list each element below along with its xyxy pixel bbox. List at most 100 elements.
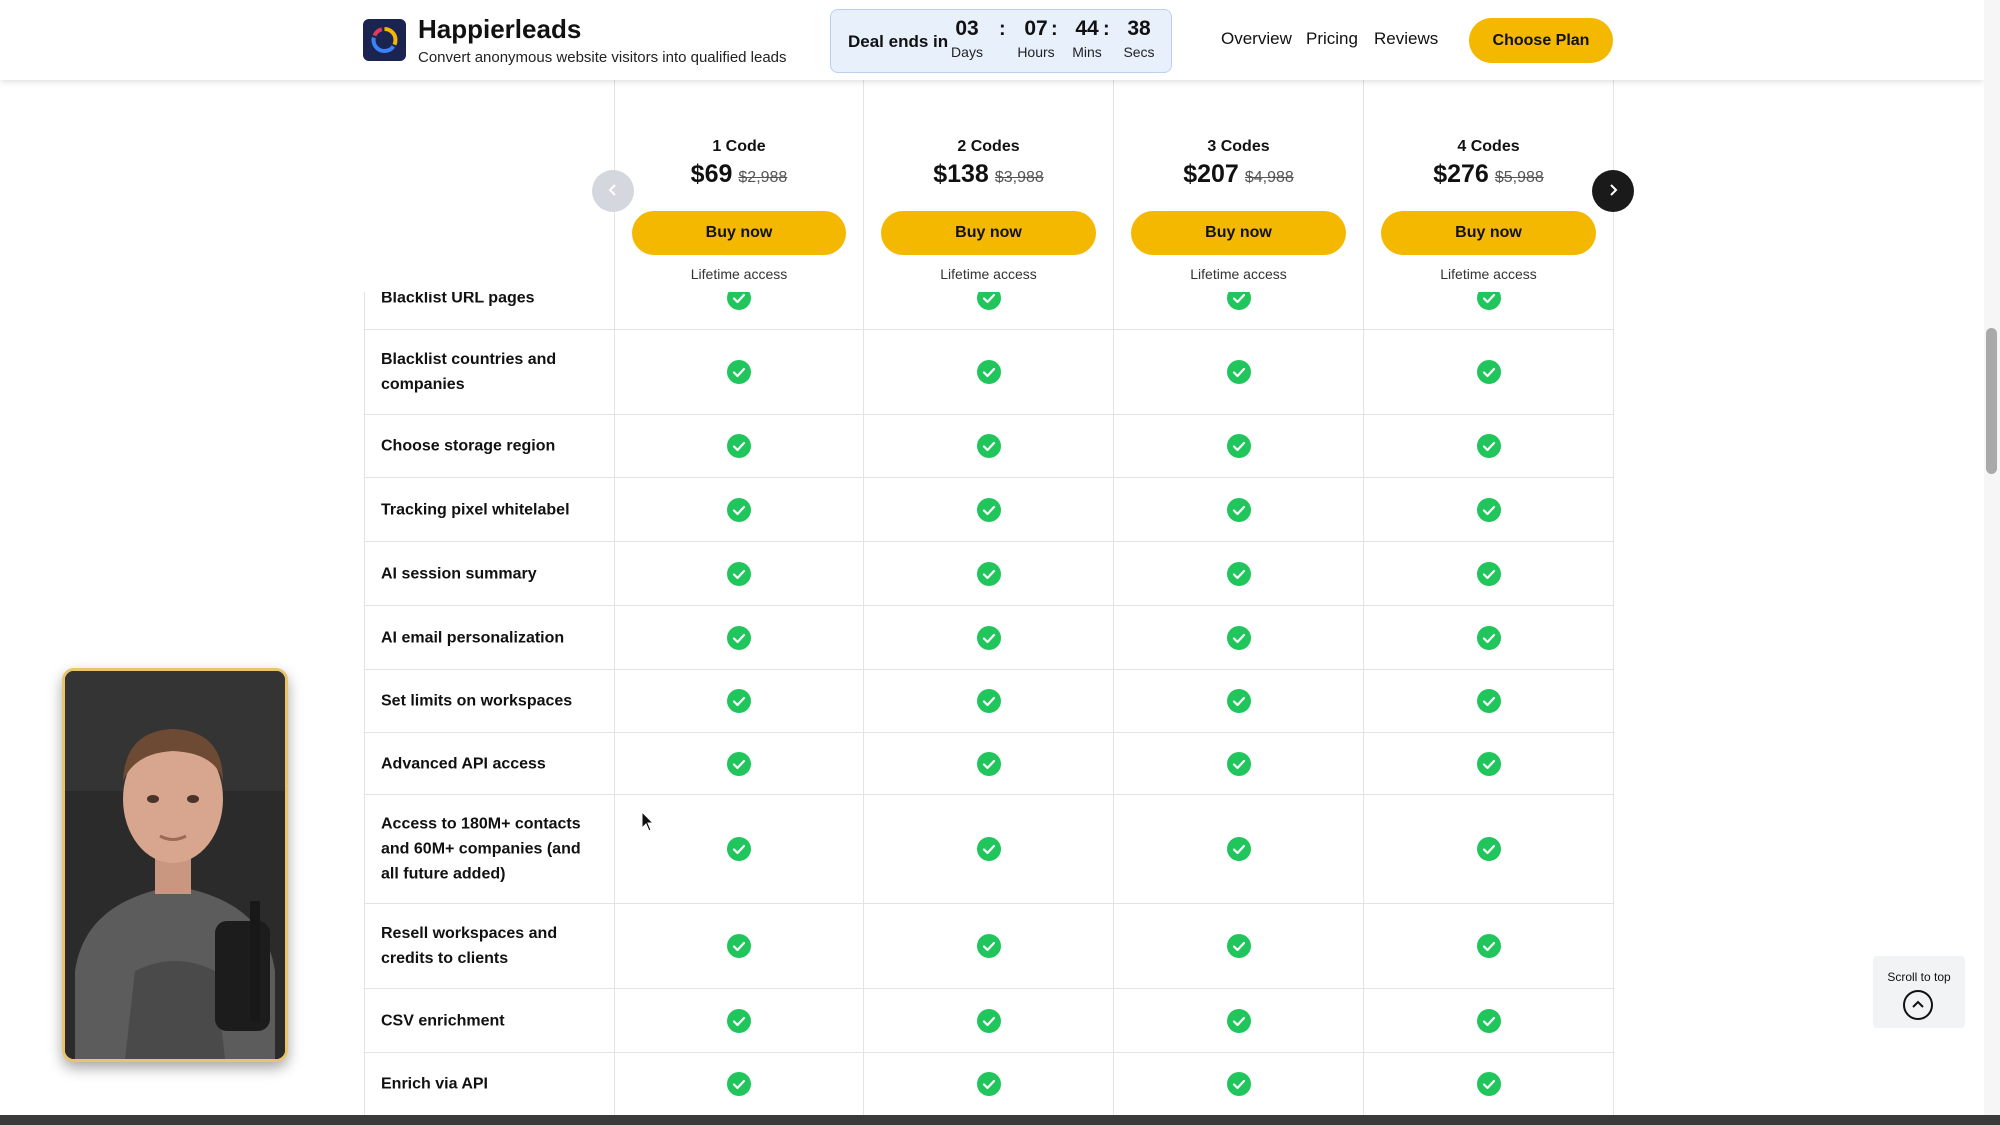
- check-circle-icon: [727, 751, 751, 776]
- check-circle-icon: [1227, 689, 1251, 713]
- check-circle-icon: [977, 689, 1001, 713]
- table-border-right: [1613, 80, 1614, 1125]
- plan-price: $69: [690, 160, 733, 188]
- check-circle-icon: [977, 837, 1001, 861]
- top-header: Happierleads Convert anonymous website v…: [0, 0, 1984, 80]
- check-circle-icon: [1477, 434, 1501, 458]
- feature-label: Blacklist countries and companies: [381, 351, 557, 393]
- check-circle-icon: [1227, 625, 1251, 650]
- check-circle-icon: [977, 1072, 1001, 1096]
- feature-label: Tracking pixel whitelabel: [381, 501, 570, 518]
- feature-row: Choose storage region: [364, 415, 1613, 478]
- carousel-prev-button[interactable]: [592, 170, 634, 212]
- deal-ends-label: Deal ends in: [848, 32, 949, 51]
- feature-row: AI session summary: [364, 542, 1613, 606]
- brand-name[interactable]: Happierleads: [418, 14, 581, 45]
- plan-price: $276: [1433, 160, 1489, 188]
- check-circle-icon: [1477, 837, 1501, 861]
- chevron-up-icon: [1903, 990, 1933, 1020]
- plan-old-price: $3,988: [994, 169, 1044, 186]
- plan-column-2: 2 Codes $138 $3,988 Buy now Lifetime acce…: [864, 80, 1113, 292]
- nav-overview[interactable]: Overview: [1221, 29, 1292, 49]
- check-circle-icon: [977, 561, 1001, 586]
- check-circle-icon: [1227, 434, 1251, 458]
- countdown-days-value: 03: [955, 17, 979, 40]
- feature-row: Set limits on workspaces: [364, 670, 1613, 733]
- buy-now-button[interactable]: Buy now: [1381, 211, 1596, 255]
- happierleads-logo-icon[interactable]: [363, 19, 406, 61]
- plan-old-price: $2,988: [738, 169, 788, 186]
- check-circle-icon: [1477, 561, 1501, 586]
- feature-row: CSV enrichment: [364, 989, 1613, 1053]
- plan-price-group: $207 $4,988: [1114, 160, 1363, 189]
- feature-label: Set limits on workspaces: [381, 692, 573, 710]
- check-circle-icon: [977, 934, 1001, 958]
- check-circle-icon: [727, 934, 751, 958]
- countdown-separator: :: [1103, 18, 1110, 40]
- countdown-days: 03 Days: [945, 17, 989, 60]
- lifetime-access-label: Lifetime access: [1440, 266, 1537, 282]
- carousel-next-button[interactable]: [1592, 170, 1634, 212]
- feature-label: Resell workspaces and credits to clients: [381, 925, 558, 967]
- check-circle-icon: [1477, 751, 1501, 776]
- feature-row: Access to 180M+ contacts and 60M+ compan…: [364, 795, 1613, 904]
- scroll-to-top-button[interactable]: Scroll to top: [1873, 956, 1965, 1028]
- plan-old-price: $5,988: [1494, 169, 1544, 186]
- presenter-video-image: [65, 671, 285, 1059]
- column-divider: [1113, 80, 1114, 1125]
- buy-now-button[interactable]: Buy now: [1131, 211, 1346, 255]
- column-divider: [863, 80, 864, 1125]
- feature-label: Choose storage region: [381, 437, 556, 455]
- check-circle-icon: [727, 1008, 751, 1033]
- feature-label: Enrich via API: [381, 1075, 488, 1093]
- feature-label: Access to 180M+ contacts and 60M+ compan…: [381, 815, 581, 883]
- feature-label: AI email personalization: [381, 629, 565, 646]
- feature-label: CSV enrichment: [381, 1012, 505, 1029]
- brand-tagline: Convert anonymous website visitors into …: [418, 49, 787, 66]
- check-circle-icon: [1227, 934, 1251, 958]
- check-circle-icon: [727, 434, 751, 458]
- choose-plan-button[interactable]: Choose Plan: [1469, 18, 1613, 63]
- check-circle-icon: [727, 360, 751, 384]
- plan-price-group: $138 $3,988: [864, 160, 1113, 189]
- check-circle-icon: [727, 689, 751, 713]
- column-divider: [614, 80, 615, 1125]
- countdown-hours-label: Hours: [1017, 44, 1055, 60]
- scrollbar-thumb[interactable]: [1986, 328, 1997, 474]
- check-circle-icon: [977, 434, 1001, 458]
- check-circle-icon: [1227, 751, 1251, 776]
- check-circle-icon: [1227, 1008, 1251, 1033]
- buy-now-button[interactable]: Buy now: [632, 211, 846, 255]
- check-circle-icon: [1477, 1008, 1501, 1033]
- page-scrollbar[interactable]: [1984, 0, 2000, 1125]
- column-divider: [1363, 80, 1364, 1125]
- nav-pricing[interactable]: Pricing: [1306, 29, 1358, 49]
- scroll-to-top-label: Scroll to top: [1887, 970, 1951, 984]
- feature-label: AI session summary: [381, 565, 537, 582]
- feature-row: Enrich via API: [364, 1053, 1613, 1115]
- feature-row: Advanced API access: [364, 733, 1613, 795]
- check-circle-icon: [977, 360, 1001, 384]
- window-bottom-edge: [0, 1115, 2000, 1125]
- plan-name: 4 Codes: [1457, 138, 1520, 155]
- check-circle-icon: [727, 497, 751, 522]
- check-circle-icon: [1477, 497, 1501, 522]
- feature-label: Blacklist URL pages: [381, 289, 535, 307]
- plan-column-1: 1 Code $69 $2,988 Buy now Lifetime access: [615, 80, 863, 292]
- chevron-right-icon: [1605, 178, 1621, 204]
- check-circle-icon: [1227, 497, 1251, 522]
- lifetime-access-label: Lifetime access: [940, 266, 1037, 282]
- countdown-separator: :: [1051, 18, 1058, 40]
- countdown-separator: :: [999, 18, 1006, 40]
- plan-name: 3 Codes: [1207, 138, 1270, 155]
- countdown-days-label: Days: [951, 44, 983, 60]
- feature-row: Blacklist countries and companies: [364, 330, 1613, 415]
- nav-reviews[interactable]: Reviews: [1374, 29, 1438, 49]
- countdown-secs: 38 Secs: [1117, 17, 1161, 60]
- check-circle-icon: [727, 561, 751, 586]
- buy-now-button[interactable]: Buy now: [881, 211, 1096, 255]
- plan-price-group: $276 $5,988: [1364, 160, 1613, 189]
- webcam-video-overlay: [62, 668, 288, 1062]
- check-circle-icon: [1477, 360, 1501, 384]
- check-circle-icon: [1477, 689, 1501, 713]
